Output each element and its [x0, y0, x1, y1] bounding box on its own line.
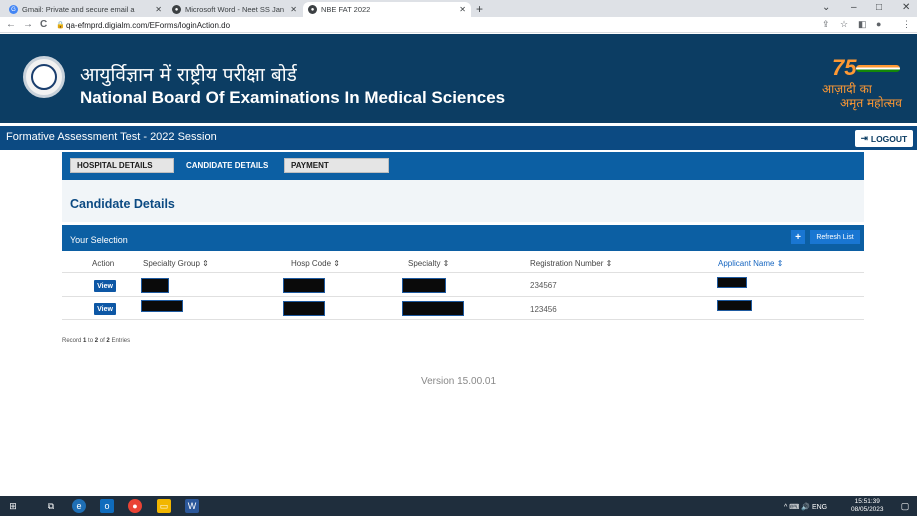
- close-window-icon[interactable]: ✕: [902, 2, 910, 13]
- clock[interactable]: 15:51:39 08/05/2023: [851, 498, 884, 514]
- close-tab-icon[interactable]: ✕: [459, 5, 466, 14]
- windows-start-icon[interactable]: ⊞: [6, 499, 20, 513]
- task-view-icon[interactable]: ⧉: [44, 499, 58, 513]
- version-label: Version 15.00.01: [420, 376, 497, 387]
- logout-icon: ⇥: [860, 133, 868, 143]
- forward-icon[interactable]: →: [23, 19, 33, 30]
- url-field[interactable]: qa-efmprd.digialm.com/EForms/loginAction…: [66, 21, 230, 30]
- column-header-specialty-group[interactable]: Specialty Group ⇕: [143, 259, 209, 268]
- share-icon[interactable]: ⇪: [822, 19, 830, 30]
- selection-bar: [62, 225, 864, 251]
- notification-icon[interactable]: ▢: [898, 499, 912, 513]
- tab-search-icon[interactable]: ⌄: [822, 2, 830, 13]
- redacted-hosp-code: [283, 278, 325, 293]
- column-header-specialty[interactable]: Specialty ⇕: [408, 259, 449, 268]
- column-header-applicant-name[interactable]: Applicant Name ⇕: [718, 259, 783, 268]
- browser-tab-gmail[interactable]: G Gmail: Private and secure email a ✕: [4, 2, 167, 17]
- column-header-action: Action: [92, 259, 115, 268]
- redacted-applicant-name: [717, 300, 752, 311]
- tab-hospital-details[interactable]: HOSPITAL DETAILS: [70, 158, 174, 173]
- globe-icon: ●: [308, 5, 317, 14]
- word-icon[interactable]: W: [185, 499, 199, 513]
- selection-title: Your Selection: [70, 235, 128, 245]
- redacted-specialty: [402, 301, 464, 316]
- lock-icon[interactable]: 🔒: [56, 21, 65, 29]
- add-button[interactable]: +: [791, 230, 805, 244]
- refresh-list-button[interactable]: Refresh List: [810, 230, 860, 244]
- column-header-registration-number[interactable]: Registration Number ⇕: [530, 259, 612, 268]
- redacted-specialty-group: [141, 300, 183, 312]
- tab-candidate-details[interactable]: CANDIDATE DETAILS: [180, 158, 280, 173]
- bookmark-star-icon[interactable]: ☆: [840, 19, 848, 30]
- hindi-title: आयुर्विज्ञान में राष्ट्रीय परीक्षा बोर्ड: [80, 64, 297, 86]
- english-title: National Board Of Examinations In Medica…: [80, 88, 506, 107]
- view-button[interactable]: View: [94, 280, 116, 292]
- registration-number: 123456: [530, 305, 557, 314]
- maximize-icon[interactable]: □: [876, 2, 882, 13]
- close-tab-icon[interactable]: ✕: [290, 5, 297, 14]
- gmail-icon: G: [9, 5, 18, 14]
- back-icon[interactable]: ←: [6, 19, 16, 30]
- browser-tab-word[interactable]: ● Microsoft Word - Neet SS Jan 20 ✕: [167, 2, 302, 17]
- minimize-icon[interactable]: –: [851, 2, 857, 13]
- globe-icon: ●: [172, 5, 181, 14]
- view-button[interactable]: View: [94, 303, 116, 315]
- profile-icon[interactable]: ●: [876, 19, 881, 29]
- session-title: Formative Assessment Test - 2022 Session: [6, 131, 217, 143]
- tab-payment[interactable]: PAYMENT: [284, 158, 389, 173]
- reload-icon[interactable]: C: [40, 19, 47, 30]
- new-tab-button[interactable]: +: [476, 2, 483, 16]
- registration-number: 234567: [530, 281, 557, 290]
- logout-button[interactable]: ⇥ LOGOUT: [855, 130, 913, 147]
- browser-tab-nbe[interactable]: ● NBE FAT 2022 ✕: [303, 2, 471, 17]
- candidate-details-panel: [62, 180, 864, 222]
- nbe-logo: [23, 56, 65, 98]
- column-header-hosp-code[interactable]: Hosp Code ⇕: [291, 259, 340, 268]
- amrit-mahotsav-logo: 75 आज़ादी का अमृत महोत्सव: [822, 55, 902, 110]
- chrome-icon[interactable]: ●: [128, 499, 142, 513]
- edge-icon[interactable]: e: [72, 499, 86, 513]
- redacted-specialty-group: [141, 278, 169, 293]
- sidepanel-icon[interactable]: ◧: [858, 19, 867, 30]
- close-tab-icon[interactable]: ✕: [155, 5, 162, 14]
- redacted-specialty: [402, 278, 446, 293]
- record-count: Record 1 to 2 of 2 Entries: [62, 338, 131, 344]
- system-tray[interactable]: ^ ⌨ 🔊 ENG: [784, 503, 827, 511]
- redacted-hosp-code: [283, 301, 325, 316]
- file-explorer-icon[interactable]: ▭: [157, 499, 171, 513]
- redacted-applicant-name: [717, 277, 747, 288]
- outlook-icon[interactable]: o: [100, 499, 114, 513]
- menu-icon[interactable]: ⋮: [902, 19, 911, 30]
- page-title: Candidate Details: [70, 197, 175, 211]
